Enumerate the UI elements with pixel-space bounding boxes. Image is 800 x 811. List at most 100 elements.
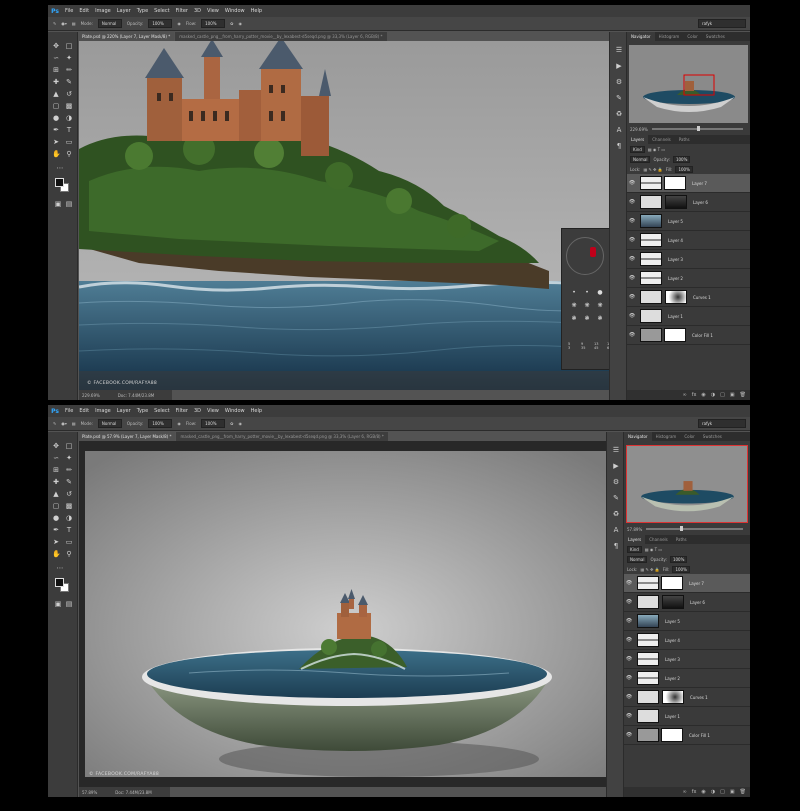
brush-preset[interactable]: ❃ — [581, 313, 593, 325]
layer-mask-thumbnail[interactable] — [664, 176, 686, 190]
path-select-icon[interactable]: ➤ — [52, 138, 60, 146]
foreground-color-swatch[interactable] — [55, 178, 64, 187]
navigator-preview[interactable] — [629, 45, 748, 123]
quick-select-icon[interactable]: ✦ — [65, 54, 73, 62]
character-panel-icon[interactable]: A — [615, 126, 623, 134]
tab-color[interactable]: Color — [683, 32, 701, 41]
shape-tool-icon[interactable]: ▭ — [65, 538, 73, 546]
healing-brush-icon[interactable]: ✚ — [52, 478, 60, 486]
new-layer-icon[interactable]: ▣ — [730, 392, 735, 398]
visibility-eye-icon[interactable]: 👁 — [624, 580, 634, 586]
history-brush-icon[interactable]: ↺ — [65, 490, 73, 498]
crop-tool-icon[interactable]: ⊞ — [52, 66, 60, 74]
layer-style-icon[interactable]: fx — [692, 789, 697, 795]
brush-preset-picker[interactable]: ●▾ — [61, 421, 67, 426]
shape-tool-icon[interactable]: ▭ — [65, 138, 73, 146]
hand-tool-icon[interactable]: ✋ — [52, 550, 61, 558]
layer-row[interactable]: 👁 Layer 6 — [624, 593, 750, 612]
brush-panel-icon[interactable]: ▦ — [72, 21, 76, 26]
adjustment-layer-icon[interactable]: ◑ — [711, 789, 715, 795]
history-panel-icon[interactable]: ☰ — [615, 46, 623, 54]
layer-mask-thumbnail[interactable] — [662, 595, 684, 609]
menu-type[interactable]: Type — [134, 408, 151, 414]
more-tools-icon[interactable]: ⋯ — [56, 564, 64, 572]
layer-row[interactable]: 👁 Curves 1 — [627, 288, 750, 307]
delete-layer-icon[interactable]: 🗑 — [740, 392, 746, 398]
brush-preset[interactable]: ❃ — [594, 313, 606, 325]
zoom-tool-icon[interactable]: ⚲ — [65, 550, 73, 558]
move-tool-icon[interactable]: ✥ — [52, 42, 60, 50]
layer-row[interactable]: 👁 Layer 2 — [627, 269, 750, 288]
visibility-eye-icon[interactable]: 👁 — [627, 180, 637, 186]
menu-view[interactable]: View — [204, 408, 222, 414]
brush-preset[interactable]: ❋ — [568, 300, 580, 312]
menu-help[interactable]: Help — [248, 8, 265, 14]
opacity-input[interactable]: 100% — [148, 19, 173, 28]
properties-panel-icon[interactable]: ⚙ — [612, 478, 620, 486]
visibility-eye-icon[interactable]: 👁 — [624, 694, 634, 700]
layer-row[interactable]: 👁 Layer 1 — [627, 307, 750, 326]
pressure-size-icon[interactable]: ◉ — [238, 421, 242, 426]
brush-preset[interactable]: ❃ — [568, 313, 580, 325]
brush-preset[interactable]: ❋ — [594, 300, 606, 312]
gradient-tool-icon[interactable]: ▩ — [65, 102, 73, 110]
menu-3d[interactable]: 3D — [191, 408, 204, 414]
visibility-eye-icon[interactable]: 👁 — [627, 275, 637, 281]
visibility-eye-icon[interactable]: 👁 — [627, 294, 637, 300]
brush-preset[interactable]: • — [581, 287, 593, 299]
tab-plate-psd[interactable]: Plate.psd @ 220% (Layer 7, Layer Mask/8)… — [78, 32, 175, 41]
airbrush-icon[interactable]: ✿ — [230, 21, 233, 26]
lasso-tool-icon[interactable]: ∽ — [52, 54, 60, 62]
brush-preset[interactable]: • — [568, 287, 580, 299]
new-layer-icon[interactable]: ▣ — [730, 789, 735, 795]
lasso-tool-icon[interactable]: ∽ — [52, 454, 60, 462]
flow-input[interactable]: 100% — [201, 419, 226, 428]
clone-stamp-icon[interactable]: ▲ — [52, 90, 60, 98]
layer-row[interactable]: 👁 Layer 4 — [624, 631, 750, 650]
eraser-tool-icon[interactable]: ▢ — [52, 502, 60, 510]
layer-opacity-input[interactable]: 100% — [669, 555, 688, 563]
document-canvas[interactable]: © FACEBOOK.COM/RAFYA88 — [79, 441, 620, 787]
layer-row[interactable]: 👁 Color Fill 1 — [627, 326, 750, 345]
healing-brush-icon[interactable]: ✚ — [52, 78, 60, 86]
mode-select[interactable]: Normal — [97, 419, 122, 428]
quick-mask-icon[interactable]: ▣ — [54, 600, 62, 608]
visibility-eye-icon[interactable]: 👁 — [627, 332, 637, 338]
tab-color[interactable]: Color — [680, 432, 698, 441]
move-tool-icon[interactable]: ✥ — [52, 442, 60, 450]
screen-mode-icon[interactable]: ▤ — [65, 600, 73, 608]
actions-panel-icon[interactable]: ▶ — [612, 462, 620, 470]
menu-select[interactable]: Select — [151, 408, 172, 414]
zoom-tool-icon[interactable]: ⚲ — [65, 150, 73, 158]
visibility-eye-icon[interactable]: 👁 — [624, 599, 634, 605]
layer-row[interactable]: 👁 Layer 5 — [624, 612, 750, 631]
blend-mode-select[interactable]: Normal — [630, 155, 651, 163]
menu-edit[interactable]: Edit — [76, 408, 92, 414]
menu-image[interactable]: Image — [92, 408, 114, 414]
mode-select[interactable]: Normal — [97, 19, 122, 28]
layer-row[interactable]: 👁 Layer 2 — [624, 669, 750, 688]
menu-view[interactable]: View — [204, 8, 222, 14]
brush-tool-icon[interactable]: ✎ — [53, 21, 56, 26]
fill-input[interactable]: 100% — [675, 165, 693, 173]
menu-type[interactable]: Type — [134, 8, 151, 14]
clone-source-icon[interactable]: ♻ — [615, 110, 623, 118]
tab-castle-png[interactable]: masked_castle_png__from_harry_potter_mov… — [176, 432, 388, 441]
status-zoom[interactable]: 229.69% — [82, 393, 100, 398]
screen-mode-icon[interactable]: ▤ — [65, 200, 73, 208]
brush-panel-icon[interactable]: ▦ — [72, 421, 76, 426]
filter-icons[interactable]: ▦ ◉ T ▭ — [648, 147, 665, 152]
brush-preset[interactable]: ❋ — [581, 300, 593, 312]
layer-mask-thumbnail[interactable] — [665, 195, 687, 209]
layer-row[interactable]: 👁 Layer 1 — [624, 707, 750, 726]
menu-file[interactable]: File — [62, 408, 76, 414]
clone-source-icon[interactable]: ♻ — [612, 510, 620, 518]
layer-row[interactable]: 👁 Color Fill 1 — [624, 726, 750, 745]
type-tool-icon[interactable]: T — [65, 526, 73, 534]
hand-tool-icon[interactable]: ✋ — [52, 150, 61, 158]
dodge-tool-icon[interactable]: ◑ — [65, 514, 73, 522]
menu-layer[interactable]: Layer — [114, 8, 134, 14]
brush-preset[interactable]: ● — [594, 287, 606, 299]
tab-layers[interactable]: Layers — [627, 135, 649, 144]
pressure-opacity-icon[interactable]: ◉ — [177, 21, 181, 26]
